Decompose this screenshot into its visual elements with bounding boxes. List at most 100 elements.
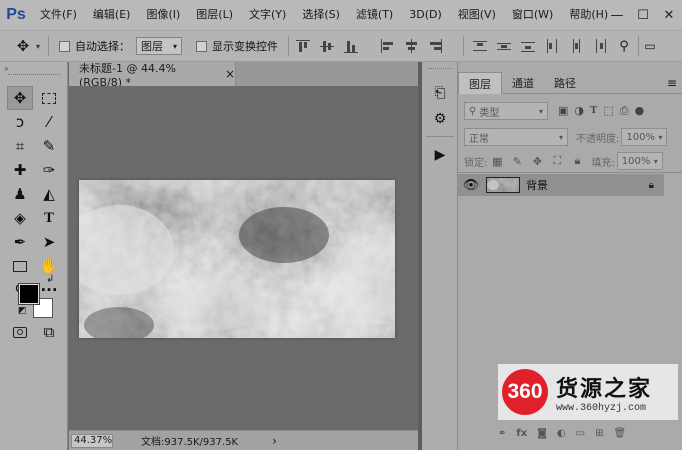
adjustment-layer-icon[interactable]: ◐ [557, 428, 566, 439]
tab-channels-label: 通道 [512, 77, 534, 90]
blend-mode-dropdown[interactable]: 正常 ▾ [464, 128, 568, 146]
filter-smart-object-icon[interactable]: ⎙ [620, 104, 629, 118]
distribute-left-icon[interactable] [544, 38, 560, 54]
menu-edit[interactable]: 编辑(E) [85, 0, 139, 30]
swap-colors-icon[interactable]: ↲ [46, 274, 54, 285]
menu-file[interactable]: 文件(F) [32, 0, 85, 30]
eyedropper-tool-icon[interactable]: ✎ [36, 134, 62, 158]
delete-layer-icon[interactable]: 🗑︎ [613, 428, 626, 439]
move-tool-preset-icon[interactable]: ✥ [10, 35, 36, 57]
align-left-icon[interactable] [379, 38, 395, 54]
menu-filter[interactable]: 滤镜(T) [348, 0, 401, 30]
watermark-logo: 360 [502, 369, 548, 415]
properties-icon[interactable]: ⚙ [424, 106, 456, 132]
opacity-field[interactable]: 100% ▾ [621, 128, 668, 146]
layer-row[interactable]: 👁︎ 背景 🔒︎ [458, 174, 664, 196]
close-window-button[interactable]: ✕ [656, 0, 682, 30]
new-group-icon[interactable]: ▭ [576, 428, 585, 439]
maximize-button[interactable]: ☐ [630, 0, 656, 30]
new-layer-icon[interactable]: ⊞ [595, 428, 603, 439]
align-top-icon[interactable] [295, 38, 311, 54]
menu-layer[interactable]: 图层(L) [188, 0, 241, 30]
layer-mask-icon[interactable]: ◙ [537, 428, 547, 439]
menu-image[interactable]: 图像(I) [138, 0, 188, 30]
preset-dropdown-arrow-icon[interactable]: ▾ [36, 42, 40, 51]
auto-align-icon[interactable]: ⚲ [616, 38, 632, 54]
path-selection-tool-icon[interactable]: ➤ [36, 230, 62, 254]
healing-brush-tool-icon[interactable]: ✚ [7, 158, 33, 182]
layer-filter-dropdown[interactable]: ⚲ 类型 ▾ [464, 102, 548, 120]
quick-mask-icon[interactable] [7, 320, 33, 344]
history-icon[interactable]: ⎗ [424, 80, 456, 106]
panel-menu-icon[interactable]: ≡ [662, 72, 682, 93]
close-document-icon[interactable]: × [225, 67, 235, 81]
lock-transparent-icon[interactable]: ▦ [490, 154, 504, 168]
show-transform-label: 显示变换控件 [212, 40, 279, 53]
document-tab[interactable]: 未标题-1 @ 44.4%(RGB/8) * × [69, 62, 236, 89]
filter-pixel-icon[interactable]: ▣ [558, 104, 568, 118]
blend-row: 正常 ▾ 不透明度: 100% ▾ [458, 128, 682, 146]
lasso-tool-icon[interactable]: ↄ [7, 110, 33, 134]
rectangle-tool-icon[interactable] [7, 254, 33, 278]
grip-handle[interactable] [8, 74, 60, 76]
lock-all-icon[interactable]: 🔒︎ [570, 154, 584, 168]
eye-visibility-icon[interactable]: 👁︎ [458, 178, 484, 193]
distribute-top-icon[interactable] [472, 38, 488, 54]
clone-stamp-tool-icon[interactable]: ♟ [7, 182, 33, 206]
lock-image-icon[interactable]: ✎ [510, 154, 524, 168]
fill-field[interactable]: 100% ▾ [616, 152, 663, 170]
lock-position-icon[interactable]: ✥ [530, 154, 544, 168]
menu-window[interactable]: 窗口(W) [504, 0, 561, 30]
crop-tool-icon[interactable]: ⌗ [7, 134, 33, 158]
link-layers-icon[interactable]: ⚭ [498, 428, 506, 439]
menu-3d[interactable]: 3D(D) [401, 0, 450, 30]
align-vcenter-icon[interactable] [319, 38, 335, 54]
tab-paths[interactable]: 路径 [544, 72, 586, 94]
screen-mode-icon[interactable]: ⧉ [36, 320, 62, 344]
actions-play-icon[interactable]: ▶ [424, 142, 456, 168]
minimize-button[interactable]: — [604, 0, 630, 30]
distribute-vcenter-icon[interactable] [496, 38, 512, 54]
eraser-tool-icon[interactable]: ◭ [36, 182, 62, 206]
pen-tool-icon[interactable]: ✒ [7, 230, 33, 254]
marquee-tool-icon[interactable] [36, 86, 62, 110]
tab-channels[interactable]: 通道 [502, 72, 544, 94]
distribute-hcenter-icon[interactable] [568, 38, 584, 54]
paint-bucket-tool-icon[interactable]: ◈ [7, 206, 33, 230]
distribute-right-icon[interactable] [592, 38, 608, 54]
document-size-info[interactable]: 文档:937.5K/937.5K [141, 433, 238, 448]
zoom-level-field[interactable]: 44.37% [71, 433, 113, 448]
menu-type[interactable]: 文字(Y) [241, 0, 294, 30]
align-bottom-icon[interactable] [343, 38, 359, 54]
chevron-down-icon: ▾ [173, 41, 178, 51]
auto-select-checkbox[interactable] [59, 40, 71, 52]
align-right-icon[interactable] [427, 38, 443, 54]
filter-shape-icon[interactable]: ⬚ [603, 104, 613, 118]
type-tool-icon[interactable]: T [36, 206, 62, 230]
collapse-arrows-icon[interactable]: » [4, 64, 9, 73]
tab-layers[interactable]: 图层 [458, 72, 502, 94]
move-tool-icon[interactable]: ✥ [7, 86, 33, 110]
layer-style-icon[interactable]: fx [516, 428, 527, 439]
menu-view[interactable]: 视图(V) [450, 0, 504, 30]
lock-artboard-icon[interactable]: ⛶ [550, 154, 564, 168]
document-image[interactable] [79, 180, 395, 338]
3d-mode-icon[interactable]: ▭ [639, 39, 661, 53]
status-bar: 44.37% 文档:937.5K/937.5K › [69, 430, 418, 450]
auto-select-dropdown[interactable]: 图层 ▾ [136, 37, 183, 55]
align-hcenter-icon[interactable] [403, 38, 419, 54]
layer-filter-value: 类型 [479, 107, 500, 119]
filter-adjustment-icon[interactable]: ◑ [574, 104, 584, 118]
status-menu-arrow-icon[interactable]: › [272, 434, 277, 448]
tools-panel: » ✥ ↄ ⁄ ⌗ ✎ ✚ ✑ ♟ ◭ ◈ T ✒ ➤ ✋ ⚲ ··· ↲ ◩ … [0, 62, 68, 450]
menu-select[interactable]: 选择(S) [294, 0, 348, 30]
filter-toggle-icon[interactable]: ● [635, 104, 645, 118]
default-colors-icon[interactable]: ◩ [18, 306, 27, 316]
magic-wand-tool-icon[interactable]: ⁄ [36, 110, 62, 134]
grip-handle[interactable] [428, 68, 452, 69]
foreground-color-swatch[interactable] [18, 283, 40, 305]
show-transform-checkbox[interactable] [196, 40, 208, 52]
brush-tool-icon[interactable]: ✑ [36, 158, 62, 182]
distribute-bottom-icon[interactable] [520, 38, 536, 54]
filter-type-icon[interactable]: T [590, 104, 597, 118]
